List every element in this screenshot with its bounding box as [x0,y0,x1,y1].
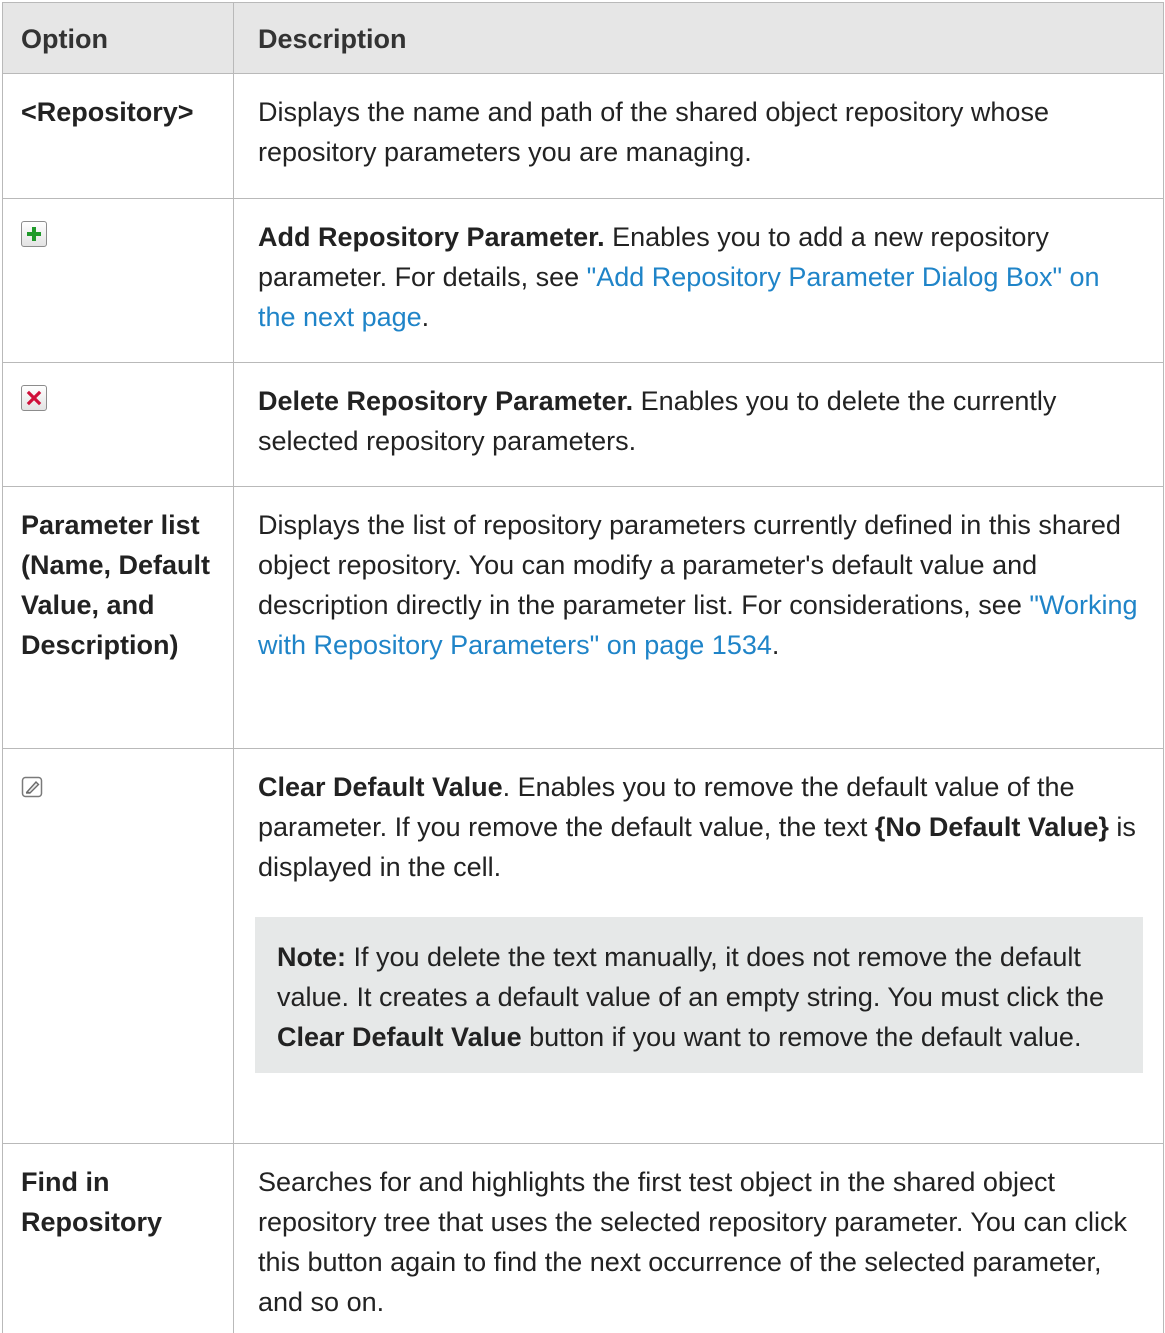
header-description: Description [258,24,407,54]
table-row-delete-parameter: Delete Repository Parameter. Enables you… [3,362,1163,486]
option-delete-parameter [3,363,234,486]
eraser-icon[interactable] [21,769,43,809]
option-add-parameter [3,199,234,362]
add-plus-icon[interactable] [21,221,47,247]
description-find-in-repository: Searches for and highlights the first te… [258,1167,1127,1317]
delete-x-icon[interactable] [21,385,47,411]
clear-default-title: Clear Default Value [258,772,503,802]
table-row-add-parameter: Add Repository Parameter. Enables you to… [3,198,1163,362]
table-header-row: Option Description [3,2,1163,74]
option-parameter-list: Parameter list (Name, Default Value, and… [3,487,234,748]
no-default-value-text: {No Default Value} [874,812,1109,842]
table-row-parameter-list: Parameter list (Name, Default Value, and… [3,486,1163,748]
note-bold: Clear Default Value [277,1022,522,1052]
options-table: Option Description <Repository> Displays… [2,2,1164,1333]
description-add-parameter: Add Repository Parameter. Enables you to… [234,199,1163,362]
description-repository: Displays the name and path of the shared… [258,97,1049,167]
option-repository: <Repository> [3,74,234,198]
description-delete-parameter: Delete Repository Parameter. Enables you… [234,363,1163,486]
delete-parameter-title: Delete Repository Parameter. [258,386,634,416]
header-option: Option [3,3,234,73]
table-row-clear-default: Clear Default Value. Enables you to remo… [3,748,1163,1143]
option-find-in-repository: Find in Repository [3,1144,234,1333]
description-parameter-list: Displays the list of repository paramete… [234,487,1163,748]
table-row-repository: <Repository> Displays the name and path … [3,74,1163,198]
option-clear-default [3,749,234,1143]
add-parameter-end: . [421,302,430,332]
description-clear-default: Clear Default Value. Enables you to remo… [234,749,1163,1143]
add-parameter-title: Add Repository Parameter. [258,222,605,252]
note-label: Note: [277,942,346,972]
parameter-list-end: . [771,630,780,660]
table-row-find-in-repository: Find in Repository Searches for and high… [3,1143,1163,1333]
parameter-list-text: Displays the list of repository paramete… [258,510,1121,620]
clear-default-paragraph: Clear Default Value. Enables you to remo… [258,767,1143,887]
note-box: Note: If you delete the text manually, i… [255,917,1143,1073]
note-text1: If you delete the text manually, it does… [277,942,1104,1012]
note-text2: button if you want to remove the default… [521,1022,1082,1052]
